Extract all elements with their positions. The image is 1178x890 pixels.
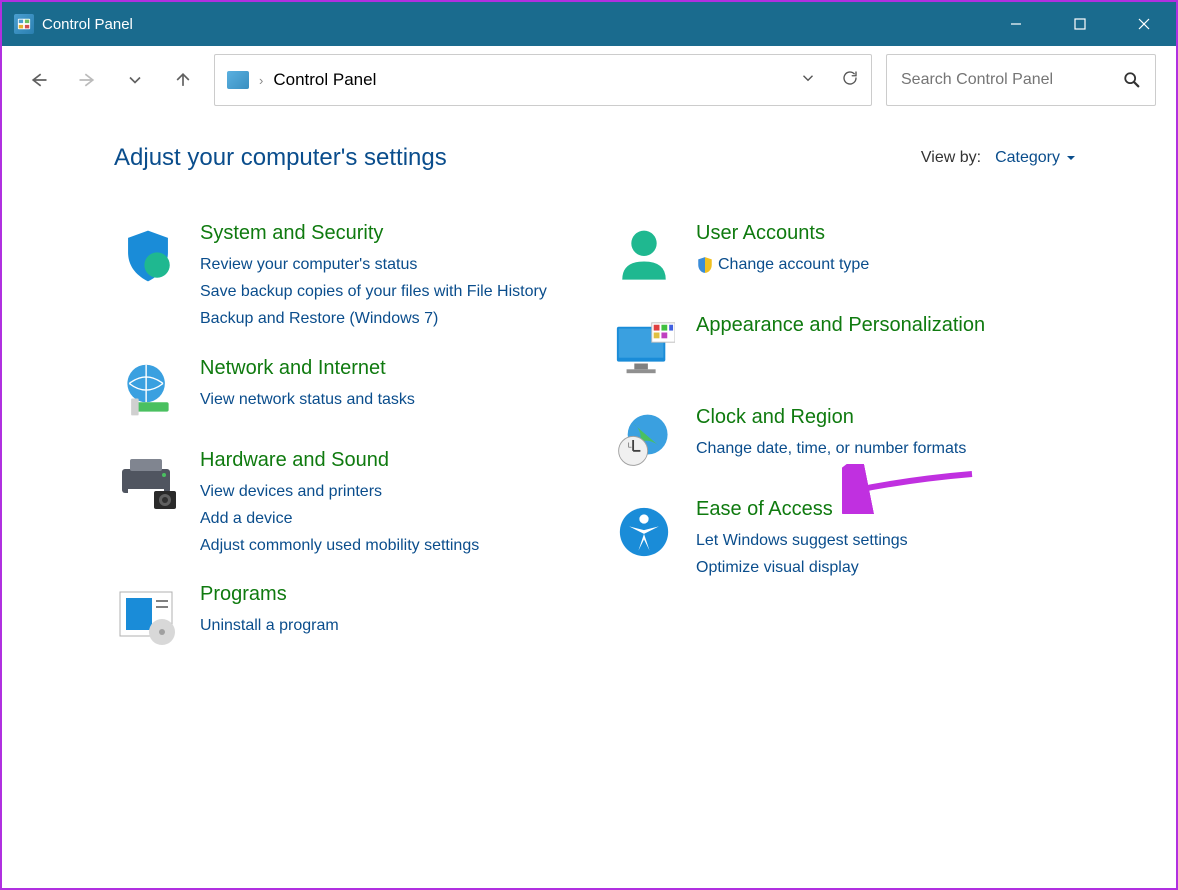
address-location[interactable]: Control Panel xyxy=(273,70,376,90)
back-button[interactable] xyxy=(22,63,56,97)
category-link[interactable]: Let Windows suggest settings xyxy=(696,527,1076,554)
navbar: › Control Panel xyxy=(2,46,1176,114)
category-link[interactable]: Uninstall a program xyxy=(200,612,580,639)
maximize-button[interactable] xyxy=(1048,2,1112,46)
accessibility-icon xyxy=(610,498,678,566)
category-appearance-personalization: Appearance and Personalization xyxy=(610,314,1076,382)
category-title[interactable]: User Accounts xyxy=(696,222,1076,245)
address-dropdown[interactable] xyxy=(799,69,817,92)
shield-icon xyxy=(114,222,182,290)
monitor-icon xyxy=(610,314,678,382)
category-link[interactable]: Optimize visual display xyxy=(696,554,1076,581)
category-programs: Programs Uninstall a program xyxy=(114,583,580,651)
category-ease-of-access: Ease of Access Let Windows suggest setti… xyxy=(610,498,1076,581)
content: Adjust your computer's settings View by:… xyxy=(2,114,1176,675)
address-location-icon xyxy=(227,71,249,89)
category-link[interactable]: Change account type xyxy=(696,251,1076,278)
category-title[interactable]: System and Security xyxy=(200,222,580,245)
address-bar[interactable]: › Control Panel xyxy=(214,54,872,106)
titlebar: Control Panel xyxy=(2,2,1176,46)
category-link[interactable]: Save backup copies of your files with Fi… xyxy=(200,278,580,305)
category-title[interactable]: Appearance and Personalization xyxy=(696,314,1076,337)
refresh-button[interactable] xyxy=(841,69,859,92)
category-link[interactable]: View network status and tasks xyxy=(200,386,580,413)
category-user-accounts: User Accounts Change account type xyxy=(610,222,1076,290)
category-network-internet: Network and Internet View network status… xyxy=(114,357,580,425)
category-system-security: System and Security Review your computer… xyxy=(114,222,580,333)
search-box[interactable] xyxy=(886,54,1156,106)
programs-icon xyxy=(114,583,182,651)
category-title[interactable]: Programs xyxy=(200,583,580,606)
svg-text:L: L xyxy=(628,440,632,449)
minimize-button[interactable] xyxy=(984,2,1048,46)
category-link[interactable]: Adjust commonly used mobility settings xyxy=(200,532,580,559)
printer-icon xyxy=(114,449,182,517)
user-icon xyxy=(610,222,678,290)
category-title[interactable]: Hardware and Sound xyxy=(200,449,580,472)
category-title[interactable]: Network and Internet xyxy=(200,357,580,380)
globe-icon xyxy=(114,357,182,425)
category-clock-region: L Clock and Region Change date, time, or… xyxy=(610,406,1076,474)
forward-button[interactable] xyxy=(70,63,104,97)
category-link[interactable]: Change date, time, or number formats xyxy=(696,435,1076,462)
recent-dropdown[interactable] xyxy=(118,63,152,97)
viewby-dropdown[interactable]: Category xyxy=(995,149,1076,167)
breadcrumb-sep-icon: › xyxy=(259,73,263,88)
close-button[interactable] xyxy=(1112,2,1176,46)
app-icon xyxy=(14,14,34,34)
search-input[interactable] xyxy=(901,71,1123,89)
window-title: Control Panel xyxy=(42,16,133,33)
chevron-down-icon xyxy=(1066,153,1076,163)
clock-globe-icon: L xyxy=(610,406,678,474)
category-link[interactable]: Review your computer's status xyxy=(200,251,580,278)
category-link[interactable]: Add a device xyxy=(200,505,580,532)
category-link[interactable]: Backup and Restore (Windows 7) xyxy=(200,305,580,332)
category-hardware-sound: Hardware and Sound View devices and prin… xyxy=(114,449,580,560)
category-link[interactable]: View devices and printers xyxy=(200,478,580,505)
page-title: Adjust your computer's settings xyxy=(114,144,447,172)
search-icon xyxy=(1123,71,1141,89)
category-title[interactable]: Ease of Access xyxy=(696,498,1076,521)
category-title[interactable]: Clock and Region xyxy=(696,406,1076,429)
viewby-label: View by: xyxy=(921,149,981,167)
up-button[interactable] xyxy=(166,63,200,97)
uac-shield-icon xyxy=(696,256,714,274)
